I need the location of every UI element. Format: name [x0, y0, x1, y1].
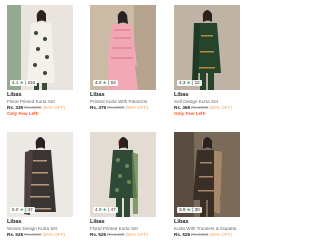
star-icon: ★ — [102, 80, 107, 85]
rating-separator: | — [192, 207, 194, 212]
review-count: 47 — [27, 207, 33, 212]
product-grid: 4.1 ★ | 240 Libas Floral Printed Kurta S… — [0, 0, 248, 250]
star-icon: ★ — [186, 207, 191, 212]
product-card[interactable]: 4.1 ★ | 240 Libas Floral Printed Kurta S… — [7, 5, 73, 117]
price-current: Rs. 525 — [7, 232, 24, 237]
product-card[interactable]: 5.0 ★ | 47 Libas Woven Design Kurta Set … — [7, 132, 73, 238]
stock-label: Only Few Left! — [174, 111, 206, 116]
price-mrp: Rs.6999 — [191, 105, 209, 110]
rating-value: 3.9 — [179, 207, 186, 212]
price-mrp: Rs.6999 — [24, 232, 42, 237]
model-illustration — [7, 5, 73, 90]
product-image[interactable]: 4.3 ★ | 63 — [90, 5, 156, 90]
discount-label: (68% OFF) — [42, 105, 65, 110]
product-card[interactable]: 4.3 ★ | 63 Libas Printed Kurta With Pala… — [90, 5, 156, 111]
product-image[interactable]: 5.0 ★ | 47 — [7, 132, 73, 217]
discount-label: (65% OFF) — [209, 232, 232, 237]
review-count: 63 — [110, 80, 116, 85]
model-illustration — [174, 5, 240, 90]
product-card[interactable]: 3.9 ★ | 30 Libas Kurta With Trousers & D… — [174, 132, 240, 238]
price-current: Rs. 379 — [90, 105, 107, 110]
star-icon: ★ — [19, 80, 24, 85]
discount-label: (68% OFF) — [125, 105, 148, 110]
product-image[interactable]: 4.1 ★ | 240 — [7, 5, 73, 90]
rating-separator: | — [108, 207, 110, 212]
price-current: Rs. 525 — [90, 232, 107, 237]
rating-value: 4.3 — [179, 80, 186, 85]
rating-value: 4.3 — [95, 80, 102, 85]
review-count: 240 — [27, 80, 36, 85]
star-icon: ★ — [19, 207, 24, 212]
product-brand: Libas — [90, 219, 105, 225]
price-mrp: Rs.6999 — [24, 105, 42, 110]
product-brand: Libas — [174, 219, 189, 225]
price-current: Rs. 369 — [174, 105, 191, 110]
discount-label: (65% OFF) — [42, 232, 65, 237]
rating-separator: | — [192, 80, 194, 85]
rating-separator: | — [25, 207, 27, 212]
discount-label: (68% OFF) — [209, 105, 232, 110]
model-illustration — [174, 132, 240, 217]
product-image[interactable]: 4.3 ★ | 12 — [174, 5, 240, 90]
rating-badge: 5.0 ★ | 47 — [10, 207, 35, 213]
product-card[interactable]: 4.3 ★ | 12 Libas Self Design Kurta Set R… — [174, 5, 240, 117]
product-brand: Libas — [7, 92, 22, 98]
product-brand: Libas — [174, 92, 189, 98]
model-illustration — [90, 132, 156, 217]
product-price: Rs. 525Rs.6420(65% OFF) — [90, 232, 156, 238]
rating-badge: 4.0 ★ | 47 — [93, 207, 118, 213]
rating-badge: 4.3 ★ | 12 — [177, 80, 202, 86]
model-illustration — [7, 132, 73, 217]
product-brand: Libas — [7, 219, 22, 225]
star-icon: ★ — [186, 80, 191, 85]
review-count: 30 — [194, 207, 200, 212]
price-current: Rs. 525 — [174, 232, 191, 237]
rating-badge: 4.1 ★ | 240 — [10, 80, 38, 86]
rating-value: 4.1 — [12, 80, 19, 85]
rating-separator: | — [108, 80, 110, 85]
product-price: Rs. 525Rs.6420(65% OFF) — [174, 232, 240, 238]
price-mrp: Rs.6420 — [107, 232, 125, 237]
star-icon: ★ — [102, 207, 107, 212]
price-current: Rs. 339 — [7, 105, 24, 110]
product-image[interactable]: 4.0 ★ | 47 — [90, 132, 156, 217]
rating-badge: 3.9 ★ | 30 — [177, 207, 202, 213]
price-mrp: Rs.6420 — [191, 232, 209, 237]
rating-badge: 4.3 ★ | 63 — [93, 80, 118, 86]
rating-value: 4.0 — [95, 207, 102, 212]
model-illustration — [90, 5, 156, 90]
review-count: 12 — [194, 80, 200, 85]
stock-label: Only Few Left! — [7, 111, 39, 116]
product-card[interactable]: 4.0 ★ | 47 Libas Floral Printed Kurta Se… — [90, 132, 156, 238]
discount-label: (65% OFF) — [125, 232, 148, 237]
product-price: Rs. 525Rs.6999(65% OFF) — [7, 232, 73, 238]
product-price: Rs. 379Rs.6999(68% OFF) — [90, 105, 156, 111]
price-mrp: Rs.6999 — [107, 105, 125, 110]
product-image[interactable]: 3.9 ★ | 30 — [174, 132, 240, 217]
product-brand: Libas — [90, 92, 105, 98]
rating-separator: | — [25, 80, 27, 85]
rating-value: 5.0 — [12, 207, 19, 212]
review-count: 47 — [110, 207, 116, 212]
